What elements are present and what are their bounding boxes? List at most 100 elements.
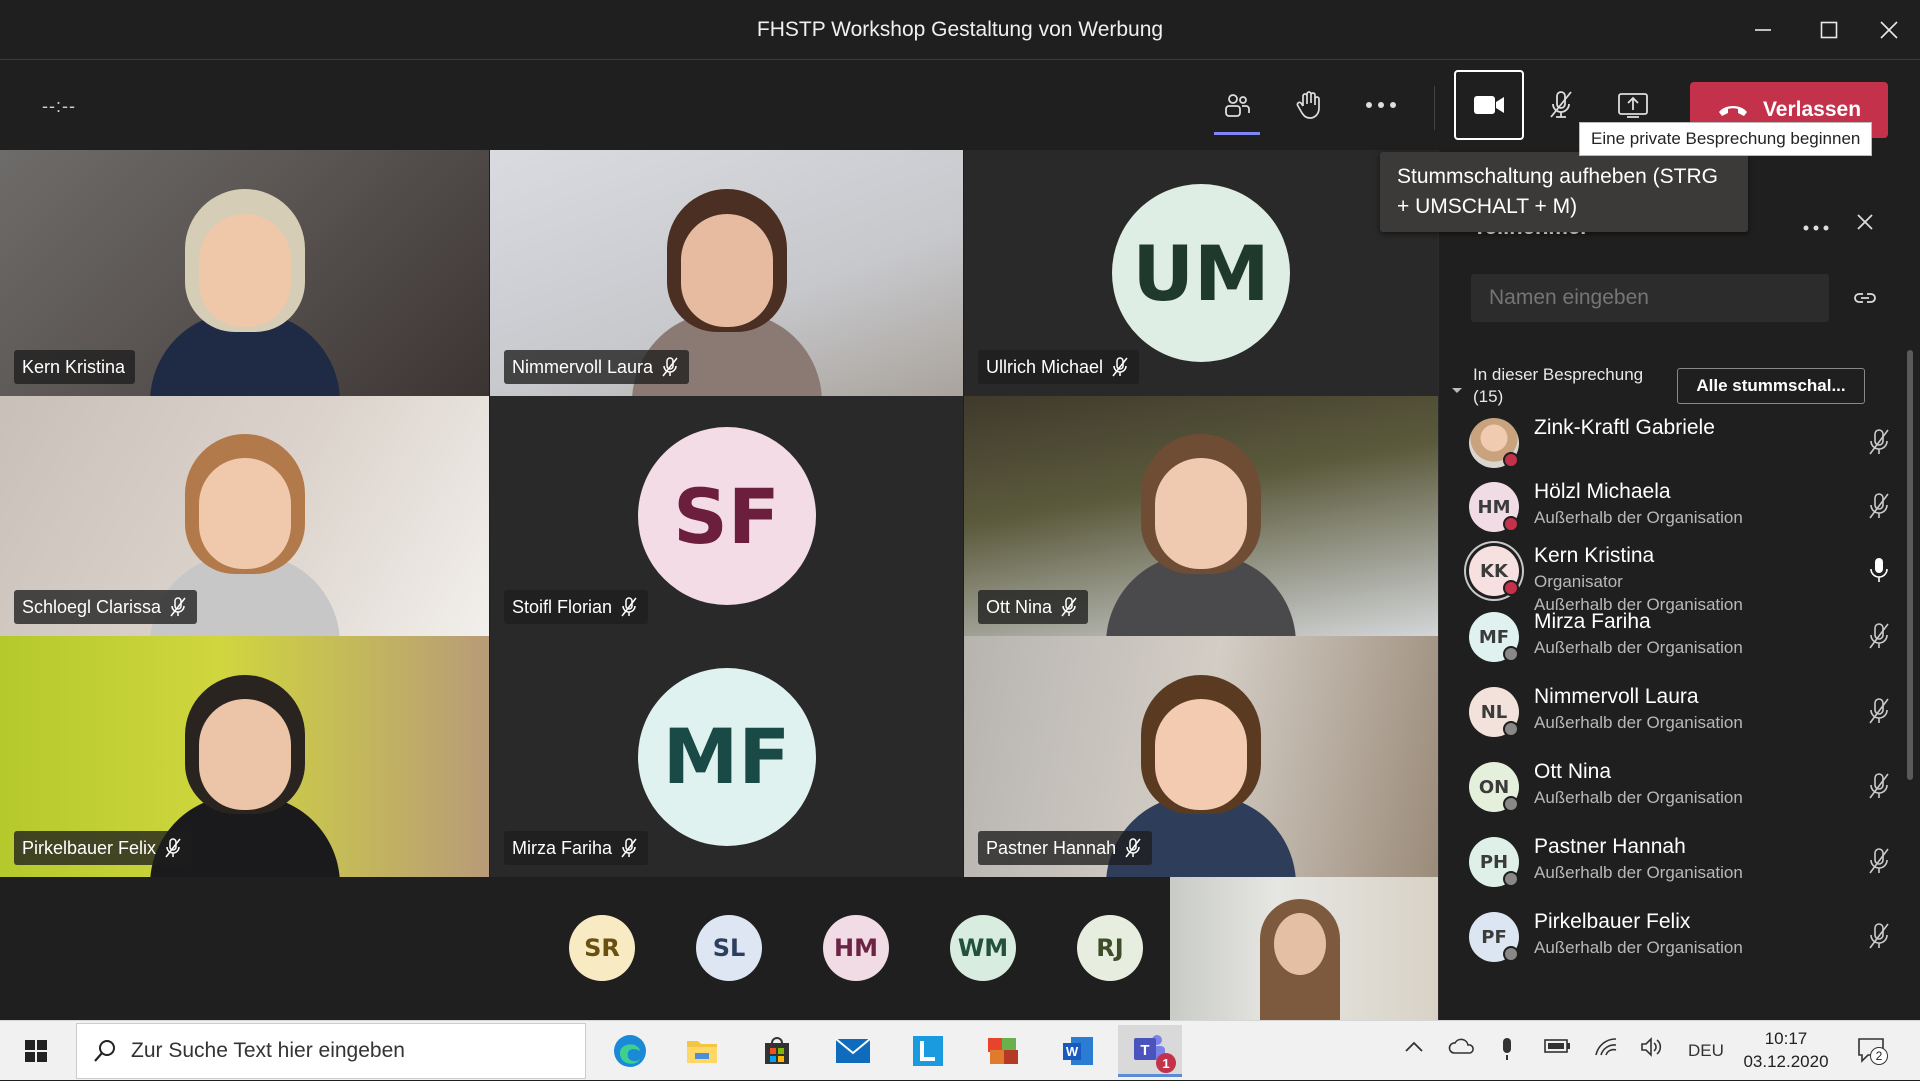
taskbar-edge[interactable]: [598, 1025, 662, 1077]
video-person-face: [1155, 458, 1247, 569]
wifi-icon[interactable]: [1594, 1037, 1618, 1062]
overflow-participant-avatar[interactable]: RJ: [1077, 915, 1143, 981]
taskbar-mail[interactable]: [821, 1025, 885, 1077]
minimize-button-ctl[interactable]: [1738, 10, 1788, 50]
participant-row[interactable]: NL Nimmervoll Laura Außerhalb der Organisa…: [1469, 681, 1899, 743]
participant-tile[interactable]: Nimmervoll Laura: [490, 150, 963, 396]
participant-name: Nimmervoll Laura: [512, 356, 654, 377]
participant-avatar: MF: [637, 667, 816, 846]
participant-name: Schloegl Clarissa: [22, 596, 162, 617]
taskbar-app-l[interactable]: [896, 1025, 960, 1077]
participant-subtitle: Außerhalb der Organisation: [1534, 508, 1743, 527]
participant-name: Mirza Fariha: [512, 837, 613, 858]
microphone-tray-icon[interactable]: [1499, 1037, 1515, 1066]
participant-name: Nimmervoll Laura: [1534, 685, 1699, 708]
participant-subtitle: Außerhalb der Organisation: [1534, 863, 1743, 882]
participant-mic-muted-button[interactable]: [1867, 847, 1891, 880]
participant-name-label: Stoifl Florian: [504, 590, 649, 624]
microphone-muted-icon: [1550, 91, 1572, 118]
participant-name: Ott Nina: [1534, 760, 1612, 783]
participants-button[interactable]: [1202, 70, 1272, 140]
participant-tile[interactable]: Schloegl Clarissa: [0, 396, 489, 636]
participant-subtitle: Außerhalb der Organisation: [1534, 713, 1743, 732]
maximize-button-ctl[interactable]: [1804, 10, 1854, 50]
participant-subtitle: Außerhalb der Organisation: [1534, 788, 1743, 807]
participant-name: Pirkelbauer Felix: [22, 837, 157, 858]
participant-tile[interactable]: SF Stoifl Florian: [490, 396, 963, 636]
participant-row[interactable]: Zink-Kraftl Gabriele: [1469, 412, 1899, 474]
taskbar-word[interactable]: W: [1046, 1025, 1110, 1077]
windows-taskbar: Zur Suche Text hier eingeben W T 1 DEU 1…: [0, 1020, 1920, 1080]
share-invite-button[interactable]: [1853, 286, 1877, 315]
presence-status-icon: [1503, 796, 1519, 812]
participant-avatar: UM: [1112, 184, 1290, 362]
tray-chevron-icon[interactable]: [1404, 1037, 1424, 1058]
input-language[interactable]: DEU: [1688, 1041, 1724, 1061]
overflow-participant-avatar[interactable]: SR: [569, 915, 635, 981]
microphone-muted-icon: [165, 838, 181, 858]
participant-tile[interactable]: Pastner Hannah: [964, 636, 1438, 877]
participant-mic-muted-button[interactable]: [1867, 697, 1891, 730]
svg-text:W: W: [1066, 1044, 1079, 1059]
participant-mic-muted-button[interactable]: [1867, 922, 1891, 955]
start-button[interactable]: [0, 1021, 72, 1081]
participant-row[interactable]: KK Kern Kristina Organisator Außerhalb der …: [1469, 540, 1899, 614]
battery-icon[interactable]: [1544, 1037, 1572, 1060]
camera-button[interactable]: [1454, 70, 1524, 140]
overflow-participant-avatar[interactable]: WM: [950, 915, 1016, 981]
microphone-muted-icon: [1125, 838, 1141, 858]
participant-name: Ullrich Michael: [986, 356, 1104, 377]
participant-name: Kern Kristina: [1534, 544, 1655, 567]
more-actions-button[interactable]: [1346, 70, 1416, 140]
taskbar-file-explorer[interactable]: [670, 1025, 734, 1077]
close-window-button[interactable]: [1864, 10, 1914, 50]
overflow-participant-avatar[interactable]: HM: [823, 915, 889, 981]
overflow-participants-strip: SR SL HM WM RJ: [0, 877, 1168, 1020]
taskbar-store[interactable]: [745, 1025, 809, 1077]
unmute-tooltip: Stummschaltung aufheben (STRG + UMSCHALT…: [1380, 152, 1748, 232]
participant-mic-muted-button[interactable]: [1867, 622, 1891, 655]
participant-row[interactable]: ON Ott Nina Außerhalb der Organisation: [1469, 756, 1899, 818]
panel-more-button[interactable]: [1803, 218, 1829, 236]
taskbar-teams[interactable]: T 1: [1118, 1025, 1182, 1077]
video-person-face: [1155, 698, 1247, 810]
participant-tile[interactable]: UM Ullrich Michael: [964, 150, 1438, 396]
participant-mic-muted-button[interactable]: [1867, 772, 1891, 805]
video-camera-icon: [1474, 96, 1504, 114]
mute-all-button[interactable]: Alle stummschal...: [1677, 368, 1865, 404]
clock-time: 10:17: [1764, 1029, 1808, 1048]
participant-subtitle: Außerhalb der Organisation: [1534, 638, 1743, 657]
participant-tile[interactable]: Ott Nina: [964, 396, 1438, 636]
store-bag-icon: [765, 1037, 789, 1064]
participant-name-label: Pastner Hannah: [978, 831, 1153, 865]
section-collapse-chevron-icon[interactable]: [1451, 382, 1463, 400]
raise-hand-button[interactable]: [1274, 70, 1344, 140]
participant-search-input[interactable]: [1471, 274, 1829, 322]
taskbar-search-box[interactable]: Zur Suche Text hier eingeben: [76, 1023, 586, 1079]
close-icon: [1857, 214, 1873, 230]
participant-tile[interactable]: Pirkelbauer Felix: [0, 636, 489, 877]
video-person-face: [198, 458, 291, 569]
panel-close-button[interactable]: [1857, 214, 1873, 235]
notification-center-button[interactable]: 2: [1856, 1035, 1888, 1070]
presence-status-icon: [1503, 721, 1519, 737]
participant-mic-muted-button[interactable]: [1867, 428, 1891, 461]
participant-row[interactable]: PF Pirkelbauer Felix Außerhalb der Organis…: [1469, 906, 1899, 968]
self-view-video[interactable]: [1170, 877, 1438, 1020]
maximize-icon: [1820, 21, 1838, 39]
panel-scrollbar[interactable]: [1907, 350, 1913, 780]
participant-row[interactable]: HM Hölzl Michaela Außerhalb der Organisati…: [1469, 476, 1899, 538]
taskbar-clock[interactable]: 10:17 03.12.2020: [1726, 1027, 1846, 1073]
participant-tile[interactable]: MF Mirza Fariha: [490, 636, 963, 877]
participant-name-label: Mirza Fariha: [504, 831, 649, 865]
participant-mic-on-button[interactable]: [1867, 556, 1891, 589]
microphone-muted-icon: [1112, 357, 1128, 377]
participant-row[interactable]: MF Mirza Fariha Außerhalb der Organisation: [1469, 606, 1899, 668]
participant-row[interactable]: PH Pastner Hannah Außerhalb der Organisati…: [1469, 831, 1899, 893]
participant-mic-muted-button[interactable]: [1867, 492, 1891, 525]
onedrive-icon[interactable]: [1448, 1037, 1476, 1060]
overflow-participant-avatar[interactable]: SL: [696, 915, 762, 981]
volume-icon[interactable]: [1640, 1037, 1664, 1062]
participant-tile[interactable]: Kern Kristina: [0, 150, 489, 396]
taskbar-photo-app[interactable]: [971, 1025, 1035, 1077]
